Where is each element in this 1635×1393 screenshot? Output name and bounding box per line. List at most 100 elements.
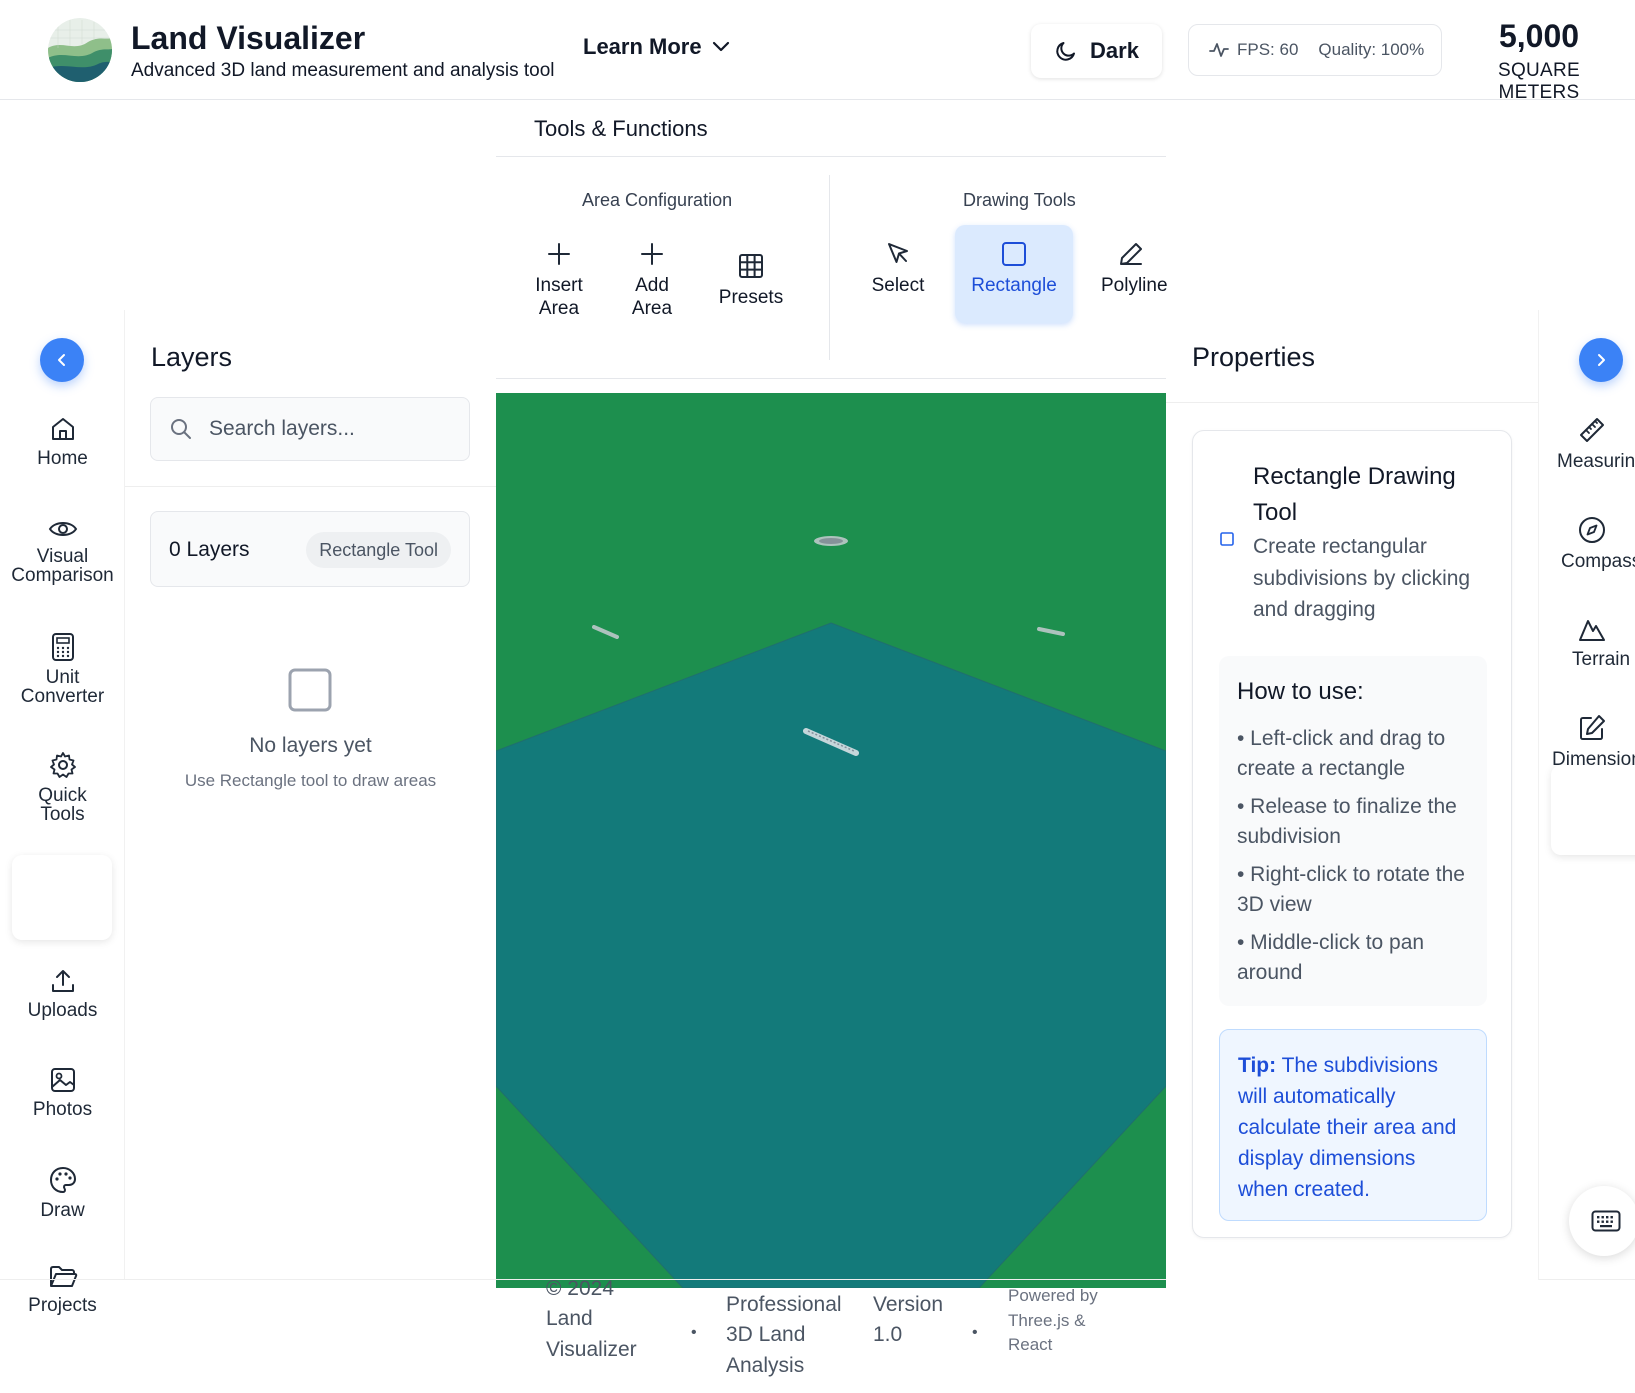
nav-item-projects[interactable]: Projects bbox=[0, 1264, 125, 1315]
footer-version: Version 1.0 bbox=[873, 1293, 944, 1347]
nav-placeholder-card bbox=[12, 855, 112, 940]
footer-bullet: • bbox=[972, 1324, 978, 1341]
nav-item-visual-comparison[interactable]: Visual Comparison bbox=[0, 517, 125, 585]
divider bbox=[496, 156, 1166, 157]
home-icon bbox=[49, 415, 77, 443]
footer-bullet: • bbox=[691, 1324, 697, 1341]
learn-more-label: Learn More bbox=[583, 34, 702, 59]
nav-item-unit-converter[interactable]: Unit Converter bbox=[0, 632, 125, 706]
nav-label: Quick Tools bbox=[38, 785, 87, 825]
rnav-placeholder-card bbox=[1551, 765, 1635, 855]
rnav-item-dimensions[interactable]: Dimensions bbox=[1552, 713, 1635, 771]
pencil-icon bbox=[1117, 237, 1145, 271]
select-tool-label: Select bbox=[871, 275, 925, 296]
keyboard-shortcuts-button[interactable] bbox=[1569, 1186, 1635, 1256]
palette-icon bbox=[48, 1165, 78, 1195]
dark-mode-toggle[interactable]: Dark bbox=[1031, 24, 1162, 78]
rnav-item-compass[interactable]: Compass bbox=[1561, 515, 1635, 573]
add-area-label: Add Area bbox=[631, 275, 673, 319]
insert-area-button[interactable]: Insert Area bbox=[509, 225, 609, 325]
nav-item-uploads[interactable]: Uploads bbox=[0, 967, 125, 1020]
tool-info-card: Rectangle Drawing Tool Create rectangula… bbox=[1192, 430, 1512, 1238]
app-header: Land Visualizer Advanced 3D land measure… bbox=[0, 0, 1635, 103]
active-tool-badge: Rectangle Tool bbox=[306, 532, 451, 568]
dark-mode-label: Dark bbox=[1090, 38, 1139, 63]
layers-title: Layers bbox=[151, 342, 233, 372]
chevron-down-icon bbox=[712, 41, 730, 53]
nav-label: Home bbox=[37, 448, 88, 469]
rnav-label: Terrain bbox=[1572, 649, 1631, 670]
divider bbox=[125, 486, 496, 487]
layers-count: 0 Layers bbox=[169, 538, 250, 561]
layers-search-box bbox=[150, 397, 470, 461]
rectangle-tool-label: Rectangle bbox=[971, 275, 1057, 296]
empty-square-icon bbox=[287, 667, 333, 713]
nav-item-quick-tools[interactable]: Quick Tools bbox=[0, 750, 125, 824]
calculator-icon bbox=[50, 632, 76, 662]
tip-label: Tip: bbox=[1238, 1054, 1277, 1077]
tools-panel: Tools & Functions Area Configuration Ins… bbox=[496, 100, 1168, 380]
footer-powered-by: Powered by Three.js & React bbox=[1008, 1286, 1098, 1355]
moon-icon bbox=[1054, 39, 1078, 63]
empty-state-subtitle: Use Rectangle tool to draw areas bbox=[184, 771, 437, 790]
layers-search-input[interactable] bbox=[209, 417, 449, 441]
rnav-item-measuring[interactable]: Measuring bbox=[1557, 415, 1635, 473]
how-to-use-title: How to use: bbox=[1237, 678, 1364, 705]
plus-icon bbox=[639, 237, 665, 271]
learn-more-dropdown[interactable]: Learn More bbox=[583, 34, 730, 60]
gear-icon bbox=[48, 750, 78, 780]
plus-icon bbox=[546, 237, 572, 271]
collapse-right-button[interactable] bbox=[1579, 338, 1623, 382]
app-footer: © 2024 Land Visualizer • Professional 3D… bbox=[496, 1277, 1166, 1393]
nav-label: Unit Converter bbox=[20, 667, 105, 707]
land-area-shape[interactable] bbox=[496, 622, 1166, 1288]
nav-item-photos[interactable]: Photos bbox=[0, 1066, 125, 1119]
footer-copyright: © 2024 Land Visualizer bbox=[546, 1277, 637, 1361]
performance-monitor: FPS: 60 Quality: 100% bbox=[1188, 24, 1442, 76]
right-sidebar-nav: Measuring Compass Terrain Dimensions bbox=[1538, 310, 1635, 1280]
mountain-icon bbox=[1577, 615, 1607, 643]
rnav-item-terrain[interactable]: Terrain bbox=[1572, 615, 1635, 671]
insert-area-label: Insert Area bbox=[535, 275, 583, 319]
presets-label: Presets bbox=[718, 287, 784, 308]
collapse-left-button[interactable] bbox=[40, 338, 84, 382]
nav-label: Projects bbox=[28, 1295, 97, 1316]
total-area-value: 5,000 bbox=[1498, 18, 1580, 54]
ruler-icon bbox=[1577, 415, 1607, 445]
cursor-icon bbox=[884, 237, 912, 271]
tool-info-description: Create rectangular subdivisions by click… bbox=[1253, 535, 1471, 621]
nav-label: Photos bbox=[32, 1099, 93, 1120]
grid-icon bbox=[737, 249, 765, 283]
edit-icon bbox=[1577, 713, 1607, 743]
upload-icon bbox=[49, 967, 77, 995]
add-area-button[interactable]: Add Area bbox=[602, 225, 702, 325]
how-to-use-item: • Right-click to rotate the 3D view bbox=[1237, 862, 1465, 917]
how-to-use-item: • Middle-click to pan around bbox=[1237, 930, 1425, 985]
area-configuration-title: Area Configuration bbox=[582, 190, 733, 210]
image-icon bbox=[49, 1066, 77, 1094]
polyline-tool-label: Polyline bbox=[1101, 275, 1168, 296]
eye-icon bbox=[48, 517, 78, 541]
app-logo bbox=[48, 18, 112, 82]
nav-item-home[interactable]: Home bbox=[0, 415, 125, 468]
nav-label: Visual Comparison bbox=[11, 546, 114, 586]
square-icon bbox=[1000, 237, 1028, 271]
app-title: Land Visualizer bbox=[131, 20, 366, 56]
quality-readout: Quality: 100% bbox=[1318, 40, 1425, 59]
compass-icon bbox=[1577, 515, 1607, 545]
tip-box: Tip: The subdivisions will automatically… bbox=[1219, 1029, 1487, 1221]
dimension-label-top bbox=[814, 536, 848, 546]
3d-viewport-canvas[interactable] bbox=[496, 393, 1166, 1288]
select-tool-button[interactable]: Select bbox=[848, 225, 948, 325]
tools-panel-title: Tools & Functions bbox=[534, 116, 708, 141]
chevron-right-icon bbox=[1594, 353, 1608, 367]
folder-icon bbox=[48, 1264, 78, 1290]
chevron-left-icon bbox=[55, 353, 69, 367]
activity-icon bbox=[1209, 41, 1229, 59]
app-subtitle: Advanced 3D land measurement and analysi… bbox=[131, 60, 555, 81]
layers-panel: Layers 0 Layers Rectangle Tool No layers… bbox=[125, 310, 496, 1280]
presets-button[interactable]: Presets bbox=[701, 225, 801, 325]
rectangle-tool-button[interactable]: Rectangle bbox=[955, 225, 1073, 323]
square-icon bbox=[1219, 531, 1235, 547]
nav-item-draw[interactable]: Draw bbox=[0, 1165, 125, 1220]
